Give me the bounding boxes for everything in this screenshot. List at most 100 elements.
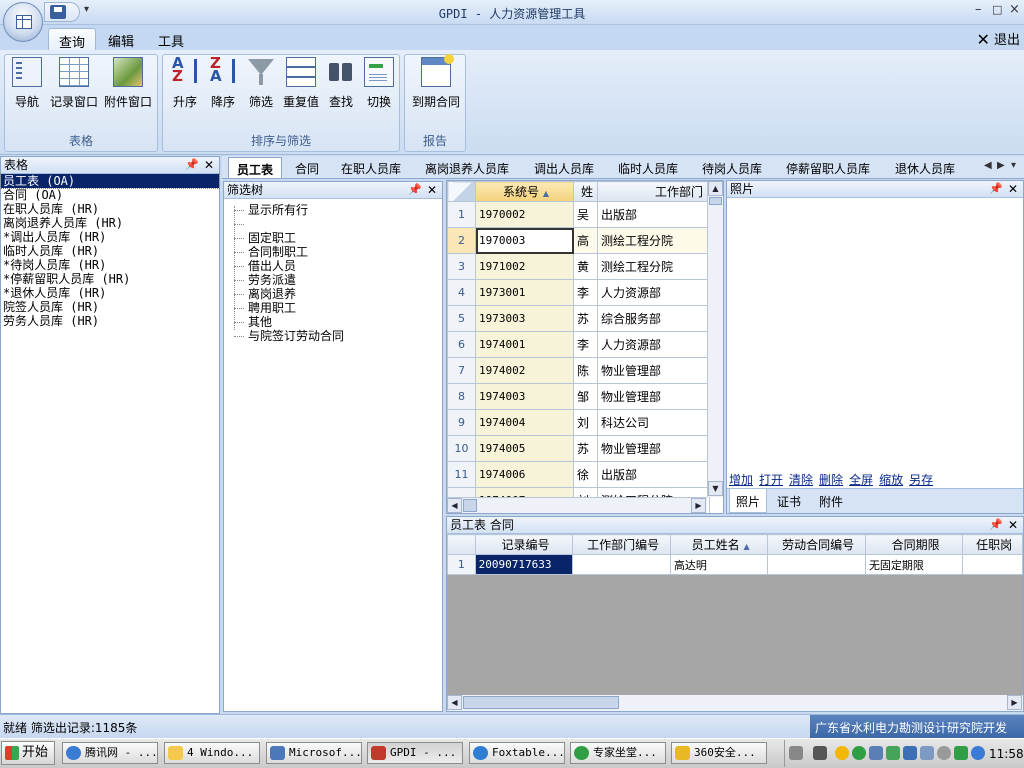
tab-edit[interactable]: 编辑	[98, 28, 144, 50]
department-cell[interactable]: 综合服务部	[597, 305, 710, 332]
open-photo-link[interactable]: 打开	[759, 473, 783, 487]
table-row[interactable]: 9 1974004 刘科达公司	[447, 409, 710, 436]
table-row[interactable]: 6 1974001 李人力资源部	[447, 331, 710, 358]
tab-scroll-left-icon[interactable]: ◀	[984, 160, 992, 171]
doc-tab-unpaid-leave[interactable]: 停薪留职人员库	[786, 157, 870, 178]
attachment-window-button[interactable]: 附件窗口	[101, 55, 155, 110]
table-item-contract[interactable]: 合同 (OA)	[1, 188, 219, 202]
tree-node-show-all[interactable]: 显示所有行	[224, 203, 442, 217]
table-row[interactable]: 11 1974006 徐出版部	[447, 461, 710, 488]
monitor-icon[interactable]	[903, 746, 917, 760]
column-header-contract-no[interactable]: 劳动合同编号	[767, 534, 866, 555]
department-cell[interactable]: 人力资源部	[597, 331, 710, 358]
volume-icon[interactable]	[789, 746, 803, 760]
taskbar-item-foxtable[interactable]: Foxtable...	[469, 742, 565, 764]
system-id-cell[interactable]: 1974005	[475, 435, 574, 462]
doc-tab-transferred[interactable]: 调出人员库	[534, 157, 594, 178]
department-cell[interactable]: 科达公司	[597, 409, 710, 436]
department-cell[interactable]: 出版部	[597, 461, 710, 488]
system-id-cell[interactable]: 1971002	[475, 253, 574, 280]
taskbar-item-expert[interactable]: 专家坐堂...	[570, 742, 666, 764]
row-header-corner[interactable]	[447, 534, 476, 555]
surname-cell[interactable]: 李	[573, 331, 598, 358]
filter-button[interactable]: 筛选	[243, 55, 279, 110]
surname-cell[interactable]: 刘	[573, 409, 598, 436]
table-item-employee[interactable]: 员工表 (OA)	[0, 173, 220, 189]
column-header-position[interactable]: 任职岗	[962, 534, 1023, 555]
system-id-cell[interactable]: 1974003	[475, 383, 574, 410]
taskbar-item-explorer[interactable]: 4 Windo...	[164, 742, 260, 764]
table-row[interactable]: 2 1970003 高测绘工程分院	[447, 227, 710, 254]
close-icon[interactable]: ✕	[1008, 517, 1018, 533]
nav-button[interactable]: 导航	[9, 55, 45, 110]
table-item-retired[interactable]: *退休人员库 (HR)	[1, 286, 219, 300]
tab-attachment[interactable]: 附件	[819, 493, 843, 510]
taskbar-item-360[interactable]: 360安全...	[671, 742, 767, 764]
doc-tab-retired-early[interactable]: 离岗退养人员库	[425, 157, 509, 178]
clear-photo-link[interactable]: 清除	[789, 473, 813, 487]
table-row[interactable]: 1 1970002 吴出版部	[447, 201, 710, 228]
table-row[interactable]: 10 1974005 苏物业管理部	[447, 435, 710, 462]
fullscreen-link[interactable]: 全屏	[849, 473, 873, 487]
record-no-cell[interactable]: 20090717633	[474, 554, 574, 575]
surname-cell[interactable]: 高	[573, 227, 598, 254]
taskbar-item-qq-browser[interactable]: 腾讯网 - ...	[62, 742, 158, 764]
department-cell[interactable]: 人力资源部	[597, 279, 710, 306]
sort-descending-button[interactable]: Z A 降序	[205, 55, 241, 110]
scroll-right-icon[interactable]: ▶	[691, 498, 706, 513]
column-header-dept-no[interactable]: 工作部门编号	[572, 534, 671, 555]
tab-photo[interactable]: 照片	[729, 489, 768, 513]
system-id-cell[interactable]: 1974004	[475, 409, 574, 436]
exit-button[interactable]: ✕ 退出	[976, 29, 1020, 49]
scroll-thumb[interactable]	[709, 197, 722, 205]
scroll-left-icon[interactable]: ◀	[447, 498, 462, 513]
table-item-institute-signed[interactable]: 院签人员库 (HR)	[1, 300, 219, 314]
shield-icon[interactable]	[954, 746, 968, 760]
application-menu-button[interactable]	[3, 2, 43, 42]
scroll-thumb[interactable]	[463, 696, 619, 709]
chat-icon[interactable]	[937, 746, 951, 760]
scroll-thumb[interactable]	[463, 499, 477, 512]
doc-tab-active-staff[interactable]: 在职人员库	[341, 157, 401, 178]
table-row[interactable]: 7 1974002 陈物业管理部	[447, 357, 710, 384]
tree-node-contract-staff[interactable]: 合同制职工	[224, 245, 442, 259]
scroll-right-icon[interactable]: ▶	[1007, 695, 1022, 710]
column-header-system-id[interactable]: 系统号 ▲	[475, 181, 574, 202]
horizontal-scrollbar[interactable]: ◀ ▶	[447, 497, 707, 513]
update-icon[interactable]	[886, 746, 900, 760]
tree-node-retired-early[interactable]: 离岗退养	[224, 287, 442, 301]
pin-icon[interactable]: 📌	[185, 157, 199, 173]
table-item-standby[interactable]: *待岗人员库 (HR)	[1, 258, 219, 272]
surname-cell[interactable]: 吴	[573, 201, 598, 228]
table-item-transferred[interactable]: *调出人员库 (HR)	[1, 230, 219, 244]
pin-icon[interactable]: 📌	[408, 182, 422, 198]
doc-tab-retired[interactable]: 退休人员库	[895, 157, 955, 178]
tab-list-icon[interactable]: ▾	[1011, 160, 1016, 171]
network-icon[interactable]	[869, 746, 883, 760]
scroll-left-icon[interactable]: ◀	[447, 695, 462, 710]
row-header-corner[interactable]	[447, 181, 476, 202]
scroll-down-icon[interactable]: ▼	[708, 481, 723, 496]
dept-no-cell[interactable]	[572, 554, 671, 575]
surname-cell[interactable]: 苏	[573, 435, 598, 462]
tree-node-lent-out[interactable]: 借出人员	[224, 259, 442, 273]
tree-node-blank[interactable]	[224, 217, 442, 231]
table-item-temporary[interactable]: 临时人员库 (HR)	[1, 244, 219, 258]
table-item-active-staff[interactable]: 在职人员库 (HR)	[1, 202, 219, 216]
table-item-labor[interactable]: 劳务人员库 (HR)	[1, 314, 219, 328]
table-item-unpaid-leave[interactable]: *停薪留职人员库 (HR)	[1, 272, 219, 286]
employee-name-cell[interactable]: 高达明	[669, 554, 769, 575]
expiring-contracts-button[interactable]: 到期合同	[408, 54, 464, 110]
contract-horizontal-scrollbar[interactable]: ◀ ▶	[447, 695, 1023, 711]
ime-icon[interactable]	[971, 746, 985, 760]
pin-icon[interactable]: 📌	[989, 517, 1003, 533]
department-cell[interactable]: 物业管理部	[597, 383, 710, 410]
column-header-employee-name[interactable]: 员工姓名 ▲	[669, 534, 769, 555]
department-cell[interactable]: 测绘工程分院	[597, 253, 710, 280]
save-as-link[interactable]: 另存	[909, 473, 933, 487]
contract-term-cell[interactable]: 无固定期限	[864, 554, 964, 575]
delete-photo-link[interactable]: 删除	[819, 473, 843, 487]
contract-no-cell[interactable]	[767, 554, 866, 575]
table-row[interactable]: 5 1973003 苏综合服务部	[447, 305, 710, 332]
department-cell[interactable]: 测绘工程分院	[597, 227, 710, 254]
